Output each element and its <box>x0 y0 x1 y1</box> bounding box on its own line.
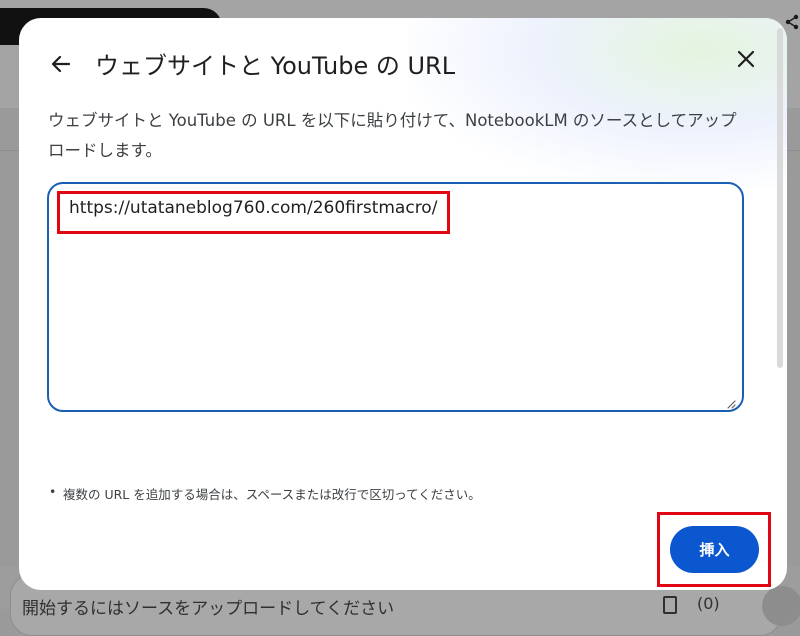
back-arrow-icon[interactable] <box>45 48 77 80</box>
hint-text: • 複数の URL を追加する場合は、スペースまたは改行で区切ってください。 <box>49 484 481 503</box>
url-input-value[interactable]: https://utataneblog760.com/260firstmacro… <box>69 198 437 218</box>
url-dialog: ウェブサイトと YouTube の URL ウェブサイトと YouTube の … <box>19 18 787 590</box>
url-textarea[interactable]: https://utataneblog760.com/260firstmacro… <box>47 182 744 412</box>
dialog-title: ウェブサイトと YouTube の URL <box>95 52 456 80</box>
insert-button[interactable]: 挿入 <box>670 526 759 573</box>
dialog-description: ウェブサイトと YouTube の URL を以下に貼り付けて、Notebook… <box>48 111 737 160</box>
close-icon[interactable] <box>730 43 762 75</box>
resize-handle-icon[interactable] <box>726 394 736 409</box>
hint-label: 複数の URL を追加する場合は、スペースまたは改行で区切ってください。 <box>63 487 481 502</box>
document-icon <box>663 596 677 614</box>
chat-placeholder: 開始するにはソースをアップロードしてください <box>22 599 395 619</box>
dialog-scrollbar[interactable] <box>777 28 783 368</box>
bullet-icon: • <box>49 484 57 499</box>
send-button <box>762 586 800 626</box>
source-count: (0) <box>697 594 720 613</box>
